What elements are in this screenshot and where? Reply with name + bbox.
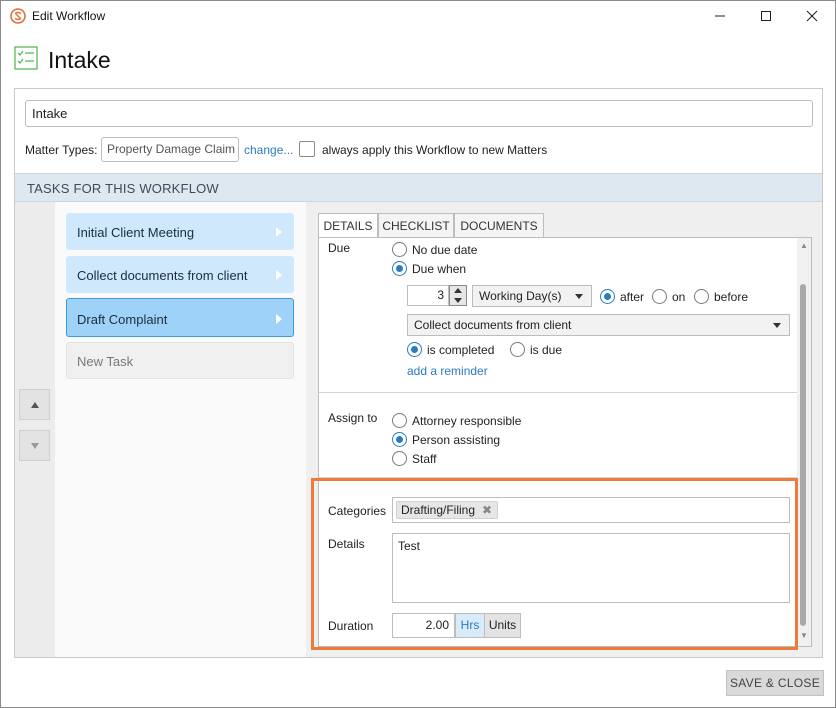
staff-radio[interactable] [392,451,407,466]
is-due-label: is due [530,343,563,357]
arrow-up-icon [30,401,39,408]
after-label: after [620,290,645,304]
person-assisting-label: Person assisting [412,433,501,447]
is-completed-radio[interactable] [407,342,422,357]
maximize-icon [761,11,771,21]
task-item-selected[interactable]: Draft Complaint [66,298,294,337]
highlight-box [311,478,798,650]
due-when-radio[interactable] [392,261,407,276]
task-label: Initial Client Meeting [77,225,195,240]
on-label: on [672,290,686,304]
move-down-button[interactable] [19,430,50,461]
close-icon [806,10,818,22]
close-button[interactable] [789,1,835,31]
tab-documents[interactable]: DOCUMENTS [454,213,544,238]
chevron-right-icon [276,270,282,280]
attorney-responsible-radio[interactable] [392,413,407,428]
page-title: Intake [48,47,111,73]
related-task-value: Collect documents from client [414,318,572,332]
task-item[interactable]: Initial Client Meeting [66,213,294,250]
no-due-date-radio[interactable] [392,242,407,257]
matter-type-field[interactable]: Property Damage Claim [101,137,239,162]
before-radio[interactable] [694,289,709,304]
due-unit-select[interactable]: Working Day(s) [472,285,592,307]
maximize-button[interactable] [743,1,789,31]
divider [319,392,797,393]
due-amount-stepper[interactable] [449,285,467,306]
add-reminder-link[interactable]: add a reminder [407,364,488,378]
task-label: Draft Complaint [77,312,168,327]
on-radio[interactable] [652,289,667,304]
tasks-section-header: TASKS FOR THIS WORKFLOW [15,173,822,202]
chevron-down-icon [575,294,583,299]
scrollbar-thumb[interactable] [800,284,806,626]
scroll-down-icon[interactable]: ▼ [800,631,808,640]
before-label: before [714,290,749,304]
save-and-close-button[interactable]: SAVE & CLOSE [726,670,824,696]
matter-types-label: Matter Types: [25,143,98,157]
related-task-select[interactable]: Collect documents from client [407,314,790,336]
stepper-down-icon [454,298,462,303]
new-task-item[interactable]: New Task [66,342,294,379]
edit-workflow-window: Edit Workflow Intake Intake Matter Types… [0,0,836,708]
chevron-right-icon [276,314,282,324]
title-bar: Edit Workflow [1,1,835,31]
stepper-up-icon [454,288,462,293]
no-due-date-label: No due date [412,243,478,257]
checklist-icon [14,46,38,70]
task-label: New Task [77,354,134,369]
due-when-label: Due when [412,262,467,276]
is-due-radio[interactable] [510,342,525,357]
person-assisting-radio[interactable] [392,432,407,447]
task-label: Collect documents from client [77,268,248,283]
workflow-name-input[interactable]: Intake [25,100,813,127]
always-apply-label: always apply this Workflow to new Matter… [322,143,548,157]
tab-checklist[interactable]: CHECKLIST [378,213,454,238]
chevron-right-icon [276,227,282,237]
app-logo-icon [10,8,26,24]
staff-label: Staff [412,452,437,466]
task-item[interactable]: Collect documents from client [66,256,294,293]
move-up-button[interactable] [19,389,50,420]
after-radio[interactable] [600,289,615,304]
due-unit-value: Working Day(s) [479,289,562,303]
scroll-up-icon[interactable]: ▲ [800,241,808,250]
arrow-down-icon [30,442,39,449]
always-apply-checkbox[interactable] [299,141,315,157]
attorney-responsible-label: Attorney responsible [412,414,522,428]
tasks-section-title: TASKS FOR THIS WORKFLOW [27,181,219,196]
due-label: Due [328,241,351,255]
chevron-down-icon [773,323,781,328]
due-amount-input[interactable]: 3 [407,285,449,306]
tab-details[interactable]: DETAILS [318,213,378,239]
assign-to-label: Assign to [328,411,378,425]
window-title: Edit Workflow [32,9,106,23]
is-completed-label: is completed [427,343,495,357]
change-matter-types-link[interactable]: change... [244,143,293,157]
minimize-button[interactable] [697,1,743,31]
minimize-icon [715,15,725,17]
